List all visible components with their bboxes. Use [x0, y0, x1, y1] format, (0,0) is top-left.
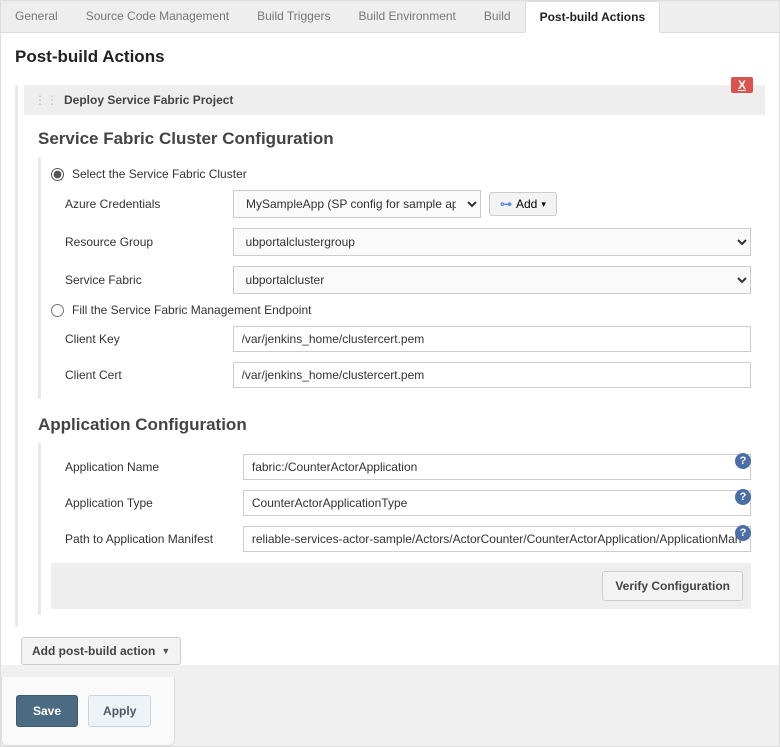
label-client-key: Client Key [65, 332, 225, 346]
tab-env[interactable]: Build Environment [345, 1, 470, 32]
page-title: Post-build Actions [15, 47, 765, 67]
post-build-title: Deploy Service Fabric Project [64, 93, 233, 107]
add-post-build-action-button[interactable]: Add post-build action▼ [21, 637, 181, 665]
help-icon[interactable]: ? [735, 489, 751, 505]
help-icon[interactable]: ? [735, 453, 751, 469]
ac-heading: Application Configuration [38, 415, 751, 435]
save-button[interactable]: Save [16, 695, 78, 727]
radio-select-label: Select the Service Fabric Cluster [72, 167, 247, 181]
input-manifest-path[interactable] [243, 526, 751, 552]
close-button[interactable]: X [731, 77, 753, 93]
tab-scm[interactable]: Source Code Management [72, 1, 243, 32]
input-app-name[interactable] [243, 454, 751, 480]
label-azure: Azure Credentials [65, 197, 225, 211]
post-build-header: ⋮⋮ Deploy Service Fabric Project X [24, 85, 765, 115]
input-client-key[interactable] [233, 326, 751, 352]
tab-triggers[interactable]: Build Triggers [243, 1, 344, 32]
key-icon: ⊶ [500, 197, 512, 211]
label-rg: Resource Group [65, 235, 225, 249]
apply-button[interactable]: Apply [88, 695, 151, 727]
tab-general[interactable]: General [1, 1, 72, 32]
label-manifest-path: Path to Application Manifest [65, 532, 235, 546]
help-icon[interactable]: ? [735, 525, 751, 541]
tab-bar: General Source Code Management Build Tri… [1, 1, 779, 33]
input-app-type[interactable] [243, 490, 751, 516]
input-client-cert[interactable] [233, 362, 751, 388]
label-app-name: Application Name [65, 460, 235, 474]
tab-post-build[interactable]: Post-build Actions [525, 1, 661, 33]
sfc-heading: Service Fabric Cluster Configuration [38, 129, 751, 149]
label-sf: Service Fabric [65, 273, 225, 287]
select-resource-group[interactable]: ubportalclustergroup [233, 228, 751, 256]
label-app-type: Application Type [65, 496, 235, 510]
footer-actions: Save Apply [1, 677, 175, 746]
radio-fill-label: Fill the Service Fabric Management Endpo… [72, 303, 311, 317]
chevron-down-icon: ▾ [541, 199, 546, 210]
tab-build[interactable]: Build [470, 1, 525, 32]
chevron-down-icon: ▼ [161, 646, 170, 656]
verify-configuration-button[interactable]: Verify Configuration [602, 571, 743, 601]
select-azure-credentials[interactable]: MySampleApp (SP config for sample app) [233, 190, 481, 218]
grip-icon[interactable]: ⋮⋮ [34, 93, 58, 107]
select-service-fabric[interactable]: ubportalcluster [233, 266, 751, 294]
add-credentials-button[interactable]: ⊶Add▾ [489, 192, 557, 216]
radio-fill-endpoint[interactable] [51, 304, 64, 317]
radio-select-cluster[interactable] [51, 168, 64, 181]
label-client-cert: Client Cert [65, 368, 225, 382]
